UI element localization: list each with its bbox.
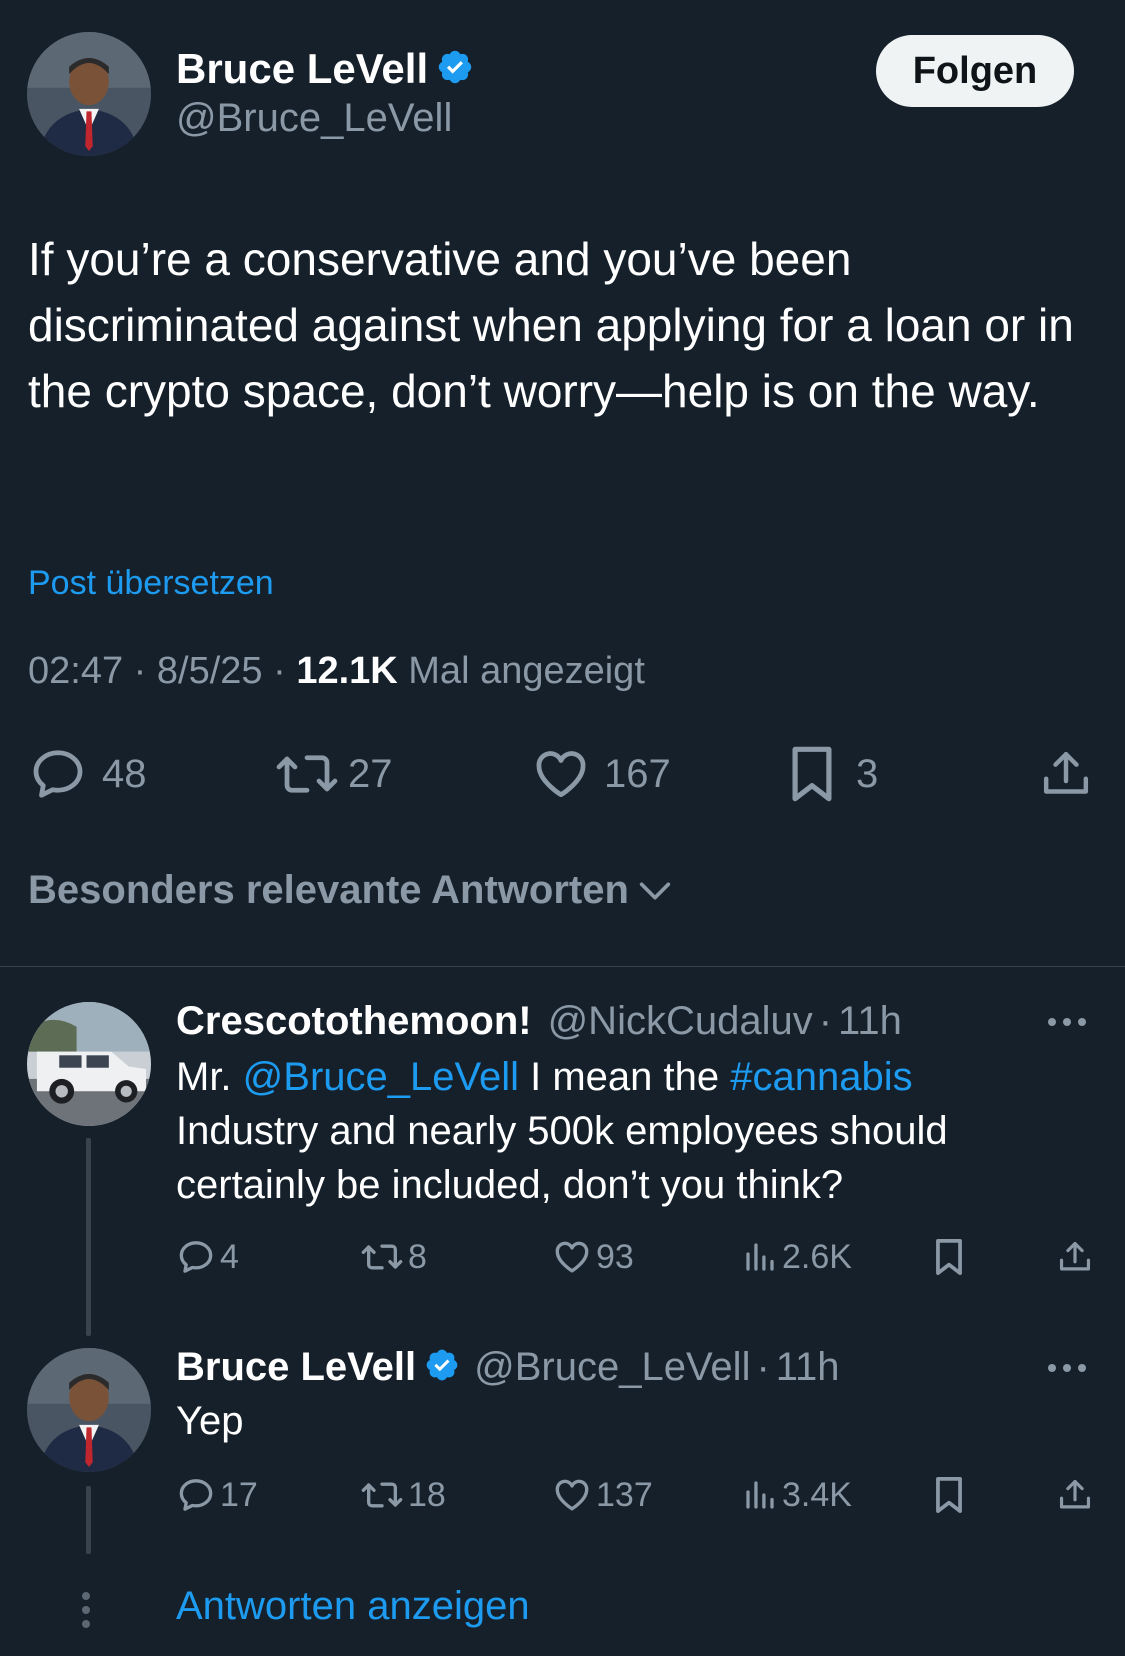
- reply-icon: [179, 1241, 213, 1273]
- reply-count: 17: [220, 1475, 258, 1514]
- author-row: Bruce LeVell: [176, 44, 474, 94]
- bookmark-count: 3: [856, 751, 879, 796]
- reply-author-row: Crescotothemoon! @NickCudaluv · 11h: [176, 996, 902, 1046]
- like-button[interactable]: 167: [530, 738, 671, 810]
- reply-time[interactable]: 11h: [776, 1345, 840, 1390]
- reply-count: 4: [220, 1237, 239, 1276]
- repost-count: 27: [348, 751, 393, 796]
- reply-avatar[interactable]: [27, 1348, 151, 1472]
- replies-sort-dropdown[interactable]: Besonders relevante Antworten: [28, 868, 675, 913]
- repost-count: 18: [408, 1475, 446, 1514]
- reply-text-middle: I mean the: [519, 1055, 731, 1099]
- reply-time[interactable]: 11h: [838, 999, 902, 1044]
- bookmark-button[interactable]: 3: [786, 738, 878, 810]
- verified-badge-icon: [424, 1347, 460, 1388]
- meta-separator: ·: [273, 650, 286, 692]
- like-button[interactable]: 93: [552, 1232, 634, 1282]
- repost-icon: [361, 1482, 403, 1508]
- reply-action-bar: 17 18 137 3.4K: [0, 1470, 1125, 1520]
- bookmark-button[interactable]: [932, 1232, 966, 1282]
- reply-button[interactable]: 17: [176, 1470, 258, 1520]
- reply-author-handle[interactable]: @NickCudaluv: [548, 999, 813, 1044]
- reply-author-handle[interactable]: @Bruce_LeVell: [474, 1345, 750, 1390]
- reply-button[interactable]: 4: [176, 1232, 239, 1282]
- bookmark-icon: [936, 1238, 962, 1276]
- post-date[interactable]: 8/5/25: [157, 650, 263, 692]
- like-count: 93: [596, 1237, 634, 1276]
- analytics-icon: [746, 1481, 774, 1509]
- heart-icon: [555, 1241, 589, 1273]
- meta-separator: ·: [818, 998, 833, 1043]
- reply-author-row: Bruce LeVell @Bruce_LeVell · 11h: [176, 1342, 840, 1392]
- reply-count: 48: [102, 751, 147, 796]
- reply-icon: [179, 1479, 213, 1511]
- section-divider: [0, 966, 1125, 967]
- bookmark-button[interactable]: [932, 1470, 966, 1520]
- vertical-dots-icon: [82, 1592, 90, 1628]
- more-options-icon[interactable]: [1048, 1364, 1086, 1372]
- repost-button[interactable]: 18: [360, 1470, 446, 1520]
- views-count: 2.6K: [782, 1237, 852, 1276]
- person-photo-icon: [27, 32, 151, 156]
- share-icon: [1059, 1241, 1091, 1271]
- views-button[interactable]: 3.4K: [742, 1470, 852, 1520]
- reply-text-prefix: Mr.: [176, 1055, 243, 1099]
- truck-photo-icon: [27, 1002, 151, 1126]
- reply-text: Mr. @Bruce_LeVell I mean the #cannabis I…: [176, 1050, 1076, 1212]
- views-label: Mal angezeigt: [408, 650, 645, 692]
- person-photo-icon: [27, 1348, 151, 1472]
- show-replies-link[interactable]: Antworten anzeigen: [176, 1584, 530, 1629]
- repost-button[interactable]: 8: [360, 1232, 427, 1282]
- reply-icon: [33, 750, 83, 798]
- post-meta: 02:47 · 8/5/25 · 12.1K Mal angezeigt: [28, 650, 645, 693]
- reply-text-line: Industry and nearly 500k employees shoul…: [176, 1109, 948, 1153]
- post-detail-view: Bruce LeVell @Bruce_LeVell Folgen If you…: [0, 0, 1125, 1656]
- meta-separator: ·: [756, 1344, 770, 1389]
- share-button[interactable]: [1056, 1470, 1094, 1520]
- share-button[interactable]: [1038, 738, 1094, 810]
- chevron-down-icon: [639, 882, 671, 899]
- heart-icon: [536, 751, 586, 798]
- meta-separator: ·: [133, 650, 147, 692]
- repost-count: 8: [408, 1237, 427, 1276]
- reply-text-line: certainly be included, don’t you think?: [176, 1163, 844, 1207]
- views-count: 12.1K: [296, 650, 398, 692]
- more-options-icon[interactable]: [1048, 1018, 1086, 1026]
- like-button[interactable]: 137: [552, 1470, 653, 1520]
- analytics-icon: [746, 1243, 774, 1271]
- post-time[interactable]: 02:47: [28, 650, 123, 692]
- share-icon: [1043, 751, 1089, 794]
- reply-author-name[interactable]: Crescotothemoon!: [176, 999, 532, 1044]
- reply-text: Yep: [176, 1399, 244, 1443]
- follow-button[interactable]: Folgen: [876, 35, 1074, 107]
- bookmark-icon: [936, 1476, 962, 1514]
- like-count: 167: [604, 751, 671, 796]
- views-button[interactable]: 2.6K: [742, 1232, 852, 1282]
- author-handle[interactable]: @Bruce_LeVell: [176, 96, 452, 141]
- verified-badge-icon: [436, 48, 474, 91]
- author-name[interactable]: Bruce LeVell: [176, 45, 428, 93]
- replies-sort-label: Besonders relevante Antworten: [28, 868, 629, 912]
- avatar[interactable]: [27, 32, 151, 156]
- post-text: If you’re a conservative and you’ve been…: [28, 233, 1074, 417]
- mention-link[interactable]: @Bruce_LeVell: [243, 1055, 519, 1099]
- like-count: 137: [596, 1475, 653, 1514]
- hashtag-link[interactable]: #cannabis: [730, 1055, 912, 1099]
- post-action-bar: 48 27 167 3: [0, 738, 1125, 810]
- reply-action-bar: 4 8 93 2.6K: [0, 1232, 1125, 1282]
- reply-button[interactable]: 48: [28, 738, 147, 810]
- share-icon: [1059, 1479, 1091, 1509]
- heart-icon: [555, 1479, 589, 1511]
- reply-avatar[interactable]: [27, 1002, 151, 1126]
- repost-button[interactable]: 27: [274, 738, 393, 810]
- views-count: 3.4K: [782, 1475, 852, 1514]
- reply-author-name[interactable]: Bruce LeVell: [176, 1345, 416, 1390]
- translate-post-link[interactable]: Post übersetzen: [28, 564, 274, 603]
- bookmark-icon: [792, 746, 832, 802]
- repost-icon: [276, 755, 338, 793]
- share-button[interactable]: [1056, 1232, 1094, 1282]
- repost-icon: [361, 1244, 403, 1270]
